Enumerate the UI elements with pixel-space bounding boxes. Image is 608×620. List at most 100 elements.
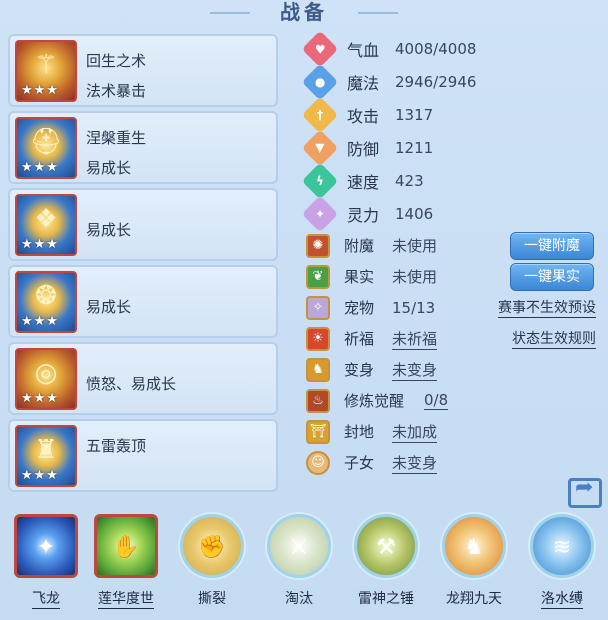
fruit-icon: ❦: [306, 264, 330, 289]
child-link[interactable]: 未变身: [392, 452, 438, 474]
stat-defense: ▼ 防御 1211: [301, 129, 504, 166]
stats-panel: ♥ 气血 4008/4008 ● 魔法 2946/2946 † 攻击 1317 …: [301, 30, 504, 232]
status-enchant: ✺ 附魔 未使用 一键附魔: [306, 230, 602, 261]
stat-label: 灵力: [347, 205, 380, 225]
star-rating: ★★★: [21, 468, 59, 483]
equipment-slot[interactable]: ❂ ★★★ 易成长: [8, 265, 278, 338]
status-child: ☺ 子女 未变身: [306, 447, 602, 478]
stat-label: 攻击: [347, 106, 380, 126]
status-transform: ♞ 变身 未变身: [306, 354, 602, 385]
status-fruit: ❦ 果实 未使用 一键果实: [306, 261, 602, 292]
share-icon[interactable]: [568, 475, 602, 508]
status-label: 宠物: [344, 299, 375, 317]
stat-value: 1406: [395, 204, 434, 223]
status-label: 变身: [344, 361, 375, 379]
skill-item[interactable]: ✦ 飞龙: [6, 514, 86, 609]
stat-value: 423: [395, 171, 424, 190]
stat-mp: ● 魔法 2946/2946: [301, 63, 504, 100]
skill-item[interactable]: ✋ 莲华度世: [86, 514, 166, 609]
stat-speed: ϟ 速度 423: [301, 162, 504, 199]
status-label: 附魔: [344, 237, 375, 255]
blessing-icon: ☀: [306, 326, 330, 351]
stat-label: 气血: [347, 40, 380, 60]
star-rating: ★★★: [21, 83, 59, 98]
one-click-fruit-button[interactable]: 一键果实: [510, 262, 594, 291]
star-rating: ★★★: [21, 314, 59, 329]
pet-icon: ✧: [306, 295, 330, 320]
skill-label: 龙翔九天: [446, 591, 502, 607]
warrior-icon[interactable]: ♞: [442, 514, 506, 578]
stat-value: 2946/2946: [395, 72, 477, 91]
claw-icon[interactable]: ✊: [180, 514, 244, 578]
cultivate-icon: ♨: [306, 388, 330, 413]
equipment-slot[interactable]: ⛑ ★★★ 涅槃重生易成长: [8, 111, 278, 184]
stat-value: 1317: [395, 105, 434, 124]
status-label: 子女: [344, 454, 375, 472]
event-preset-link[interactable]: 赛事不生效预设: [498, 297, 596, 318]
hammer-icon[interactable]: ⚒: [354, 514, 418, 578]
equipment-effect-2: 易成长: [86, 159, 132, 177]
blessing-link[interactable]: 未祈福: [392, 328, 438, 350]
blade-icon[interactable]: ⚔: [267, 514, 331, 578]
shield-icon: ▼: [301, 129, 339, 166]
stat-label: 防御: [347, 139, 380, 159]
one-click-enchant-button[interactable]: 一键附魔: [510, 231, 594, 260]
speed-icon: ϟ: [301, 162, 339, 199]
stat-spirit: ✦ 灵力 1406: [301, 195, 504, 232]
status-rules-link[interactable]: 状态生效规则: [512, 328, 596, 349]
lotus-hand-icon[interactable]: ✋: [94, 514, 158, 578]
skill-item[interactable]: ✊ 撕裂: [172, 514, 252, 608]
skill-label[interactable]: 莲华度世: [98, 588, 154, 609]
skill-bar: ✦ 飞龙 ✋ 莲华度世 ✊ 撕裂 ⚔ 淘汰 ⚒ 雷神之锤 ♞ 龙翔九天 ≋ 洛水…: [6, 514, 606, 620]
status-label: 果实: [344, 268, 375, 286]
skill-item[interactable]: ⚔ 淘汰: [259, 514, 339, 608]
equipment-effect-2: 易成长: [86, 221, 132, 239]
skill-label: 淘汰: [285, 591, 313, 607]
cultivate-link[interactable]: 0/8: [424, 391, 449, 410]
necklace-icon[interactable]: ❂ ★★★: [15, 271, 77, 333]
star-rating: ★★★: [21, 160, 59, 175]
status-cultivate: ♨ 修炼觉醒 0/8: [306, 385, 602, 416]
water-bind-icon[interactable]: ≋: [530, 514, 594, 578]
equipment-effect-2: 法术暴击: [86, 82, 147, 100]
status-pet: ✧ 宠物 15/13 赛事不生效预设: [306, 292, 602, 323]
status-value: 未使用: [392, 268, 438, 286]
heart-icon: ♥: [301, 30, 339, 67]
armor-icon[interactable]: ❖ ★★★: [15, 194, 77, 256]
equipment-effect-1: 五雷轰顶: [86, 437, 147, 455]
skill-label[interactable]: 洛水缚: [541, 588, 583, 609]
equipment-slot[interactable]: ◎ ★★★ 愤怒、易成长: [8, 342, 278, 415]
fief-link[interactable]: 未加成: [392, 421, 438, 443]
dragon-orb-icon[interactable]: ✦: [14, 514, 78, 578]
status-panel: ✺ 附魔 未使用 一键附魔 ❦ 果实 未使用 一键果实 ✧ 宠物 15/13 赛…: [306, 230, 602, 478]
child-icon: ☺: [306, 450, 330, 475]
status-label: 修炼觉醒: [344, 392, 405, 410]
status-value: 未使用: [392, 237, 438, 255]
equipment-effect-2: 愤怒、易成长: [86, 375, 177, 393]
transform-icon: ♞: [306, 357, 330, 382]
skill-item[interactable]: ♞ 龙翔九天: [434, 514, 514, 608]
panel-title: 战备: [200, 0, 408, 26]
staff-icon[interactable]: ⚚ ★★★: [15, 40, 77, 102]
fief-icon: ⛩: [306, 419, 330, 444]
equipment-list: ⚚ ★★★ 回生之术 法术暴击 ⛑ ★★★ 涅槃重生易成长 ❖ ★★★ 易成长 ❂ ★★★…: [8, 34, 278, 496]
skill-item[interactable]: ≋ 洛水缚: [522, 514, 602, 609]
transform-link[interactable]: 未变身: [392, 359, 438, 381]
equipment-slot[interactable]: ❖ ★★★ 易成长: [8, 188, 278, 261]
stat-hp: ♥ 气血 4008/4008: [301, 30, 504, 67]
status-value: 15/13: [392, 298, 436, 317]
status-label: 祈福: [344, 330, 375, 348]
belt-icon[interactable]: ◎ ★★★: [15, 348, 77, 410]
helmet-icon[interactable]: ⛑ ★★★: [15, 117, 77, 179]
status-blessing: ☀ 祈福 未祈福 状态生效规则: [306, 323, 602, 354]
skill-label[interactable]: 飞龙: [32, 588, 60, 609]
skill-item[interactable]: ⚒ 雷神之锤: [346, 514, 426, 608]
stat-value: 1211: [395, 138, 434, 157]
equipment-effect-1: 涅槃重生: [86, 129, 147, 147]
equipment-slot[interactable]: ♜ ★★★ 五雷轰顶: [8, 419, 278, 492]
equipment-slot[interactable]: ⚚ ★★★ 回生之术 法术暴击: [8, 34, 278, 107]
boots-icon[interactable]: ♜ ★★★: [15, 425, 77, 487]
stat-attack: † 攻击 1317: [301, 96, 504, 133]
spirit-icon: ✦: [301, 195, 339, 232]
enchant-icon: ✺: [306, 233, 330, 258]
